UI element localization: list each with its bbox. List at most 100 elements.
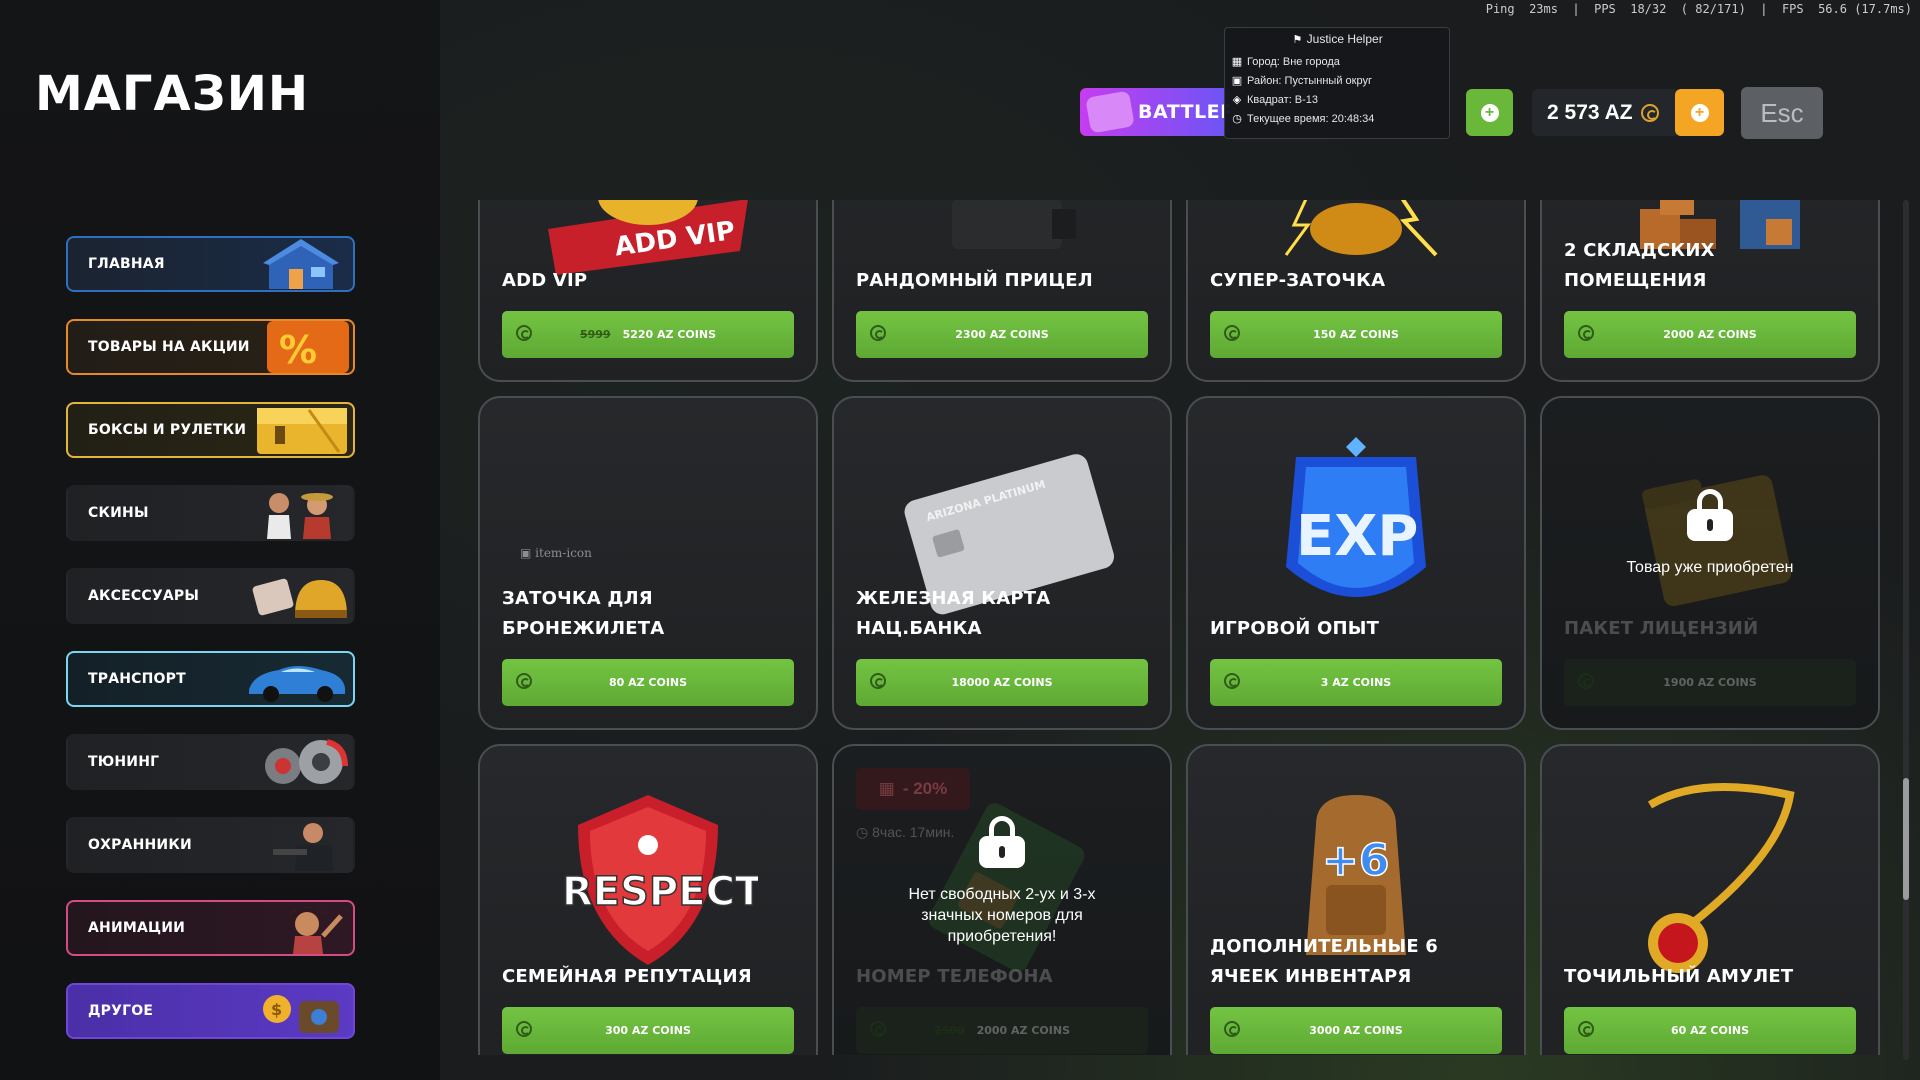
sidebar-item-label: АНИМАЦИИ — [88, 920, 186, 936]
az-coin-icon — [1224, 673, 1240, 689]
product-card-bank-card[interactable]: ARIZONA PLATINUM ЖЕЛЕЗНАЯ КАРТА НАЦ.БАНК… — [832, 396, 1172, 730]
buy-button[interactable]: 2300 AZ COINS — [856, 311, 1148, 358]
az-coin-icon — [516, 1021, 532, 1037]
sidebar-item-boxes[interactable]: БОКСЫ И РУЛЕТКИ — [66, 402, 355, 458]
gamepad-icon — [1085, 90, 1135, 134]
sidebar: МАГАЗИН ГЛАВНАЯ ТОВАРЫ НА АКЦИИ % БОКСЫ … — [0, 0, 440, 1080]
product-card-game-exp[interactable]: EXP ИГРОВОЙ ОПЫТ 3 AZ COINS — [1186, 396, 1526, 730]
helper-district-row: ▣ Район: Пустынный округ — [1231, 71, 1443, 90]
helper-title: ⚑ Justice Helper — [1231, 32, 1443, 46]
respect-badge-text: RESPECT — [562, 869, 758, 915]
product-title: ЗАТОЧКА ДЛЯ БРОНЕЖИЛЕТА — [502, 588, 665, 639]
az-coin-icon — [1224, 1021, 1240, 1037]
buy-button[interactable]: 3 AZ COINS — [1210, 659, 1502, 706]
lock-icon — [1687, 488, 1733, 541]
esc-button[interactable]: Esc — [1741, 87, 1823, 139]
product-title: РАНДОМНЫЙ ПРИЦЕЛ — [856, 270, 1093, 291]
price: 60 AZ COINS — [1670, 1024, 1750, 1037]
sidebar-item-label: ТОВАРЫ НА АКЦИИ — [88, 339, 250, 355]
price: 18000 AZ COINS — [951, 676, 1053, 689]
car-icon — [243, 653, 353, 705]
exp-badge-text: EXP — [1296, 504, 1418, 569]
page-title: МАГАЗИН — [35, 66, 310, 122]
buy-button[interactable]: 5999 5220 AZ COINS — [502, 311, 794, 358]
wheel-icon — [243, 736, 353, 788]
svg-text:$: $ — [271, 1000, 282, 1019]
buy-button[interactable]: 300 AZ COINS — [502, 1007, 794, 1054]
characters-icon — [243, 487, 353, 539]
price: 3000 AZ COINS — [1309, 1024, 1403, 1037]
az-coin-icon — [516, 325, 532, 341]
dancer-icon — [243, 902, 353, 954]
map-icon: ▣ — [1231, 74, 1243, 87]
sidebar-item-label: СКИНЫ — [88, 505, 149, 521]
price: 300 AZ COINS — [605, 1024, 691, 1037]
percent-icon: % — [243, 321, 353, 373]
scrollbar-thumb[interactable] — [1903, 778, 1909, 900]
sidebar-item-main[interactable]: ГЛАВНАЯ — [66, 236, 355, 292]
product-card-phone-number[interactable]: ▦ - 20% ◷ 8час. 17мин. НОМЕР ТЕЛЕФОНА 25… — [832, 744, 1172, 1055]
sidebar-item-label: ТРАНСПОРТ — [88, 671, 186, 687]
helper-city: Город: Вне города — [1247, 55, 1340, 68]
product-card-super-sharpening[interactable]: СУПЕР-ЗАТОЧКА 150 AZ COINS — [1186, 200, 1526, 382]
balance-value: 2 573 AZ — [1547, 100, 1633, 124]
sidebar-item-accessories[interactable]: АКСЕССУАРЫ — [66, 568, 355, 624]
product-title: ЖЕЛЕЗНАЯ КАРТА НАЦ.БАНКА — [856, 588, 1051, 639]
police-car-icon: ⚑ — [1292, 34, 1303, 46]
buy-button[interactable]: 60 AZ COINS — [1564, 1007, 1856, 1054]
buy-button[interactable]: 3000 AZ COINS — [1210, 1007, 1502, 1054]
sidebar-item-other[interactable]: ДРУГОЕ $ — [66, 983, 355, 1039]
sidebar-item-animations[interactable]: АНИМАЦИИ — [66, 900, 355, 956]
guard-icon — [243, 819, 353, 871]
sidebar-item-skins[interactable]: СКИНЫ — [66, 485, 355, 541]
product-grid: ADD VIP ADD VIP 5999 5220 AZ COINS РАНДО… — [478, 200, 1880, 1055]
buy-button[interactable]: 18000 AZ COINS — [856, 659, 1148, 706]
plus-icon: + — [1480, 103, 1499, 122]
sidebar-item-label: ОХРАННИКИ — [88, 837, 192, 853]
battlepass-label: BATTLEP — [1138, 101, 1230, 123]
helper-square-row: ◈ Квадрат: B-13 — [1231, 90, 1443, 109]
product-card-inventory-slots[interactable]: +6 ДОПОЛНИТЕЛЬНЫЕ 6 ЯЧЕЕК ИНВЕНТАРЯ 3000… — [1186, 744, 1526, 1055]
sidebar-item-label: БОКСЫ И РУЛЕТКИ — [88, 422, 247, 438]
scrollbar-track[interactable] — [1903, 200, 1909, 1060]
buy-button[interactable]: 80 AZ COINS — [502, 659, 794, 706]
product-card-random-scope[interactable]: РАНДОМНЫЙ ПРИЦЕЛ 2300 AZ COINS — [832, 200, 1172, 382]
buy-button[interactable]: 2000 AZ COINS — [1564, 311, 1856, 358]
az-coin-icon — [1640, 103, 1659, 122]
price: 2000 AZ COINS — [1663, 328, 1757, 341]
product-title: 2 СКЛАДСКИХ ПОМЕЩЕНИЯ — [1564, 240, 1715, 291]
lock-message: Нет свободных 2-ух и 3-х значных номеров… — [908, 885, 1096, 945]
helper-time-row: ◷ Текущее время: 20:48:34 — [1231, 109, 1443, 128]
justice-helper-panel: ⚑ Justice Helper ▦ Город: Вне города ▣ Р… — [1224, 27, 1450, 139]
product-card-warehouses[interactable]: 2 СКЛАДСКИХ ПОМЕЩЕНИЯ 2000 AZ COINS — [1540, 200, 1880, 382]
sidebar-nav: ГЛАВНАЯ ТОВАРЫ НА АКЦИИ % БОКСЫ И РУЛЕТК… — [66, 236, 355, 1066]
sidebar-item-label: ГЛАВНАЯ — [88, 256, 165, 272]
product-title: ДОПОЛНИТЕЛЬНЫЕ 6 ЯЧЕЕК ИНВЕНТАРЯ — [1210, 936, 1439, 987]
buy-button[interactable]: 150 AZ COINS — [1210, 311, 1502, 358]
product-card-add-vip[interactable]: ADD VIP ADD VIP 5999 5220 AZ COINS — [478, 200, 818, 382]
coins-bag-icon: $ — [243, 985, 353, 1037]
top-up-button[interactable]: + — [1675, 89, 1724, 136]
add-green-button[interactable]: + — [1466, 89, 1513, 136]
helmet-icon — [243, 570, 353, 622]
balance-display: 2 573 AZ — [1532, 89, 1680, 136]
az-coin-icon — [1578, 1021, 1594, 1037]
clock-icon: ◷ — [1232, 112, 1242, 125]
product-card-sharpening-amulet[interactable]: ТОЧИЛЬНЫЙ АМУЛЕТ 60 AZ COINS — [1540, 744, 1880, 1055]
compass-icon: ◈ — [1232, 93, 1242, 106]
old-price: 5999 — [579, 328, 611, 341]
product-card-family-reputation[interactable]: RESPECT СЕМЕЙНАЯ РЕПУТАЦИЯ 300 AZ COINS — [478, 744, 818, 1055]
price: 80 AZ COINS — [608, 676, 688, 689]
broken-image-alt: ▣ item-icon — [520, 546, 592, 560]
product-title: ТОЧИЛЬНЫЙ АМУЛЕТ — [1564, 966, 1794, 987]
sidebar-item-guards[interactable]: ОХРАННИКИ — [66, 817, 355, 873]
sidebar-item-sales[interactable]: ТОВАРЫ НА АКЦИИ % — [66, 319, 355, 375]
product-card-license-pack[interactable]: ПАКЕТ ЛИЦЕНЗИЙ 1900 AZ COINS Товар уже п… — [1540, 396, 1880, 730]
battlepass-button[interactable]: BATTLEP — [1080, 88, 1230, 136]
sidebar-item-tuning[interactable]: ТЮНИНГ — [66, 734, 355, 790]
sidebar-item-label: ТЮНИНГ — [88, 754, 160, 770]
product-card-armor-sharpening[interactable]: ▣ item-icon ЗАТОЧКА ДЛЯ БРОНЕЖИЛЕТА 80 A… — [478, 396, 818, 730]
sidebar-item-transport[interactable]: ТРАНСПОРТ — [66, 651, 355, 707]
locked-overlay: Нет свободных 2-ух и 3-х значных номеров… — [834, 746, 1170, 1055]
price: 5220 AZ COINS — [622, 328, 717, 341]
